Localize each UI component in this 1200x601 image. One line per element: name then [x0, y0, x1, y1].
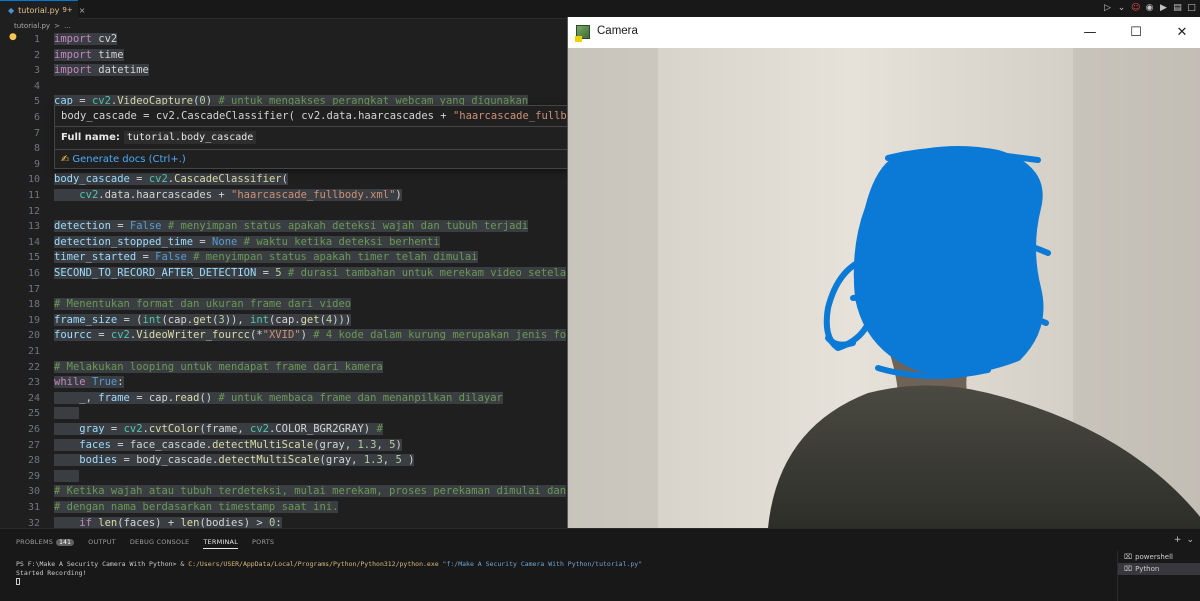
tab-tutorial-py[interactable]: ◆ tutorial.py 9+ × — [0, 0, 85, 19]
tab-debug-console[interactable]: DEBUG CONSOLE — [130, 538, 190, 549]
maximize-button[interactable]: ☐ — [1113, 17, 1159, 48]
code-line: 14 detection_stopped_time = None # waktu … — [27, 235, 440, 248]
code-line: 4 — [33, 80, 40, 92]
code-line: 2 import time — [33, 48, 124, 61]
code-line: 32 if len(faces) + len(bodies) > 0: — [27, 516, 282, 528]
code-line: 12 — [27, 205, 40, 217]
code-line: 3 import datetime — [33, 64, 149, 77]
tab-close-icon[interactable]: × — [79, 6, 86, 15]
code-line: 30 # Ketika wajah atau tubuh terdeteksi, … — [27, 485, 567, 498]
code-line: 17 — [27, 283, 40, 295]
code-line: 15 timer_started = False # menyimpan stat… — [27, 251, 478, 264]
play-icon[interactable]: ▶ — [1159, 3, 1168, 14]
editor-actions: ▷ ⌄ ☺ ◉ ▶ ▤ □ — [1103, 3, 1196, 14]
code-line: 26 gray = cv2.cvtColor(frame, cv2.COLOR_… — [27, 423, 383, 435]
code-line: 19 frame_size = (int(cap.get(3)), int(cap… — [27, 313, 352, 326]
terminal-item-python[interactable]: ⌧ Python — [1118, 563, 1200, 575]
terminal-prompt: PS F:\Make A Security Camera With Python… — [16, 560, 189, 568]
record-icon[interactable]: ◉ — [1145, 3, 1154, 14]
tab-output[interactable]: OUTPUT — [88, 538, 116, 549]
terminal-output-line: Started Recording! — [16, 568, 87, 577]
tab-terminal[interactable]: TERMINAL — [203, 538, 239, 549]
problems-count-badge: 141 — [56, 539, 75, 546]
code-line: 18 # Menentukan format dan ukuran frame d… — [27, 298, 352, 311]
run-dropdown-icon[interactable]: ⌄ — [1117, 3, 1126, 14]
camera-window[interactable]: Camera — ☐ ✕ — [567, 17, 1200, 528]
hover-signature: body_cascade = cv2.CascadeClassifier( cv… — [61, 110, 567, 122]
hover-divider — [55, 149, 570, 150]
terminal-item-powershell[interactable]: ⌧ powershell — [1118, 551, 1200, 563]
breadcrumb: tutorial.py > ... — [0, 19, 570, 32]
code-line: 23 while True: — [27, 376, 124, 389]
code-line: 10 body_cascade = cv2.CascadeClassifier( — [27, 173, 288, 186]
code-line: 31 # dengan nama berdasarkan timestamp sa… — [27, 501, 339, 513]
terminal-dropdown-icon[interactable]: ⌄ — [1186, 535, 1194, 545]
code-line: 24 _, frame = cap.read() # untuk membaca… — [27, 391, 503, 404]
tab-problems[interactable]: PROBLEMS 141 — [16, 538, 75, 549]
copilot-icon[interactable]: ☺ — [1131, 3, 1140, 14]
code-line: 20 fourcc = cv2.VideoWriter_fourcc(*"XVID… — [27, 329, 567, 342]
camera-app-icon — [575, 25, 590, 42]
terminal-list: ⌧ powershell ⌧ Python — [1117, 551, 1200, 601]
panel-actions: + ⌄ — [1174, 535, 1194, 545]
tab-ports[interactable]: PORTS — [252, 538, 274, 549]
code-line: 25 — [0, 406, 570, 422]
code-line: 1 import cv2 — [33, 33, 118, 45]
tab-problem-count: 9+ — [62, 6, 73, 14]
code-line: 27 faces = face_cascade.detectMultiScale… — [27, 438, 402, 451]
generate-docs-link[interactable]: ✍ Generate docs (Ctrl+.) — [61, 154, 186, 165]
wall-shadow — [568, 48, 658, 528]
hover-full-name: Full name: tutorial.body_cascade — [61, 131, 257, 144]
code-line: 16 SECOND_TO_RECORD_AFTER_DETECTION = 5 #… — [27, 267, 567, 279]
code-editor[interactable]: ● 1 import cv2 2 import time 3 import datet… — [0, 32, 570, 528]
hover-popup: body_cascade = cv2.CascadeClassifier( cv… — [54, 105, 570, 169]
breadcrumb-separator: > — [54, 21, 60, 30]
terminal-cursor — [16, 577, 20, 585]
terminal-script-arg: "f:/Make A Security Camera With Python/t… — [438, 560, 643, 568]
panel-tabs: PROBLEMS 141 OUTPUT DEBUG CONSOLE TERMINA… — [16, 538, 274, 549]
terminal-exe-path: C:/Users/USER/AppData/Local/Programs/Pyt… — [188, 560, 439, 568]
code-line: 29 — [0, 469, 570, 485]
hover-divider — [55, 126, 570, 127]
code-line: 22 # Melakukan looping untuk mendapat fra… — [27, 360, 383, 373]
code-line: 11 cv2.data.haarcascades + "haarcascade_… — [27, 189, 402, 201]
python-file-icon: ◆ — [8, 5, 15, 15]
close-button[interactable]: ✕ — [1159, 17, 1200, 48]
bottom-panel: PROBLEMS 141 OUTPUT DEBUG CONSOLE TERMINA… — [0, 528, 1200, 601]
camera-feed — [568, 48, 1200, 528]
new-terminal-icon[interactable]: + — [1174, 535, 1182, 545]
breadcrumb-more[interactable]: ... — [64, 22, 71, 30]
sparkle-icon: ✍ — [61, 154, 70, 165]
terminal-icon: ⌧ — [1124, 553, 1133, 561]
terminal-output[interactable]: PS F:\Make A Security Camera With Python… — [16, 560, 642, 586]
terminal-icon: ⌧ — [1124, 565, 1133, 573]
run-icon[interactable]: ▷ — [1103, 3, 1112, 14]
tab-filename: tutorial.py — [18, 5, 60, 15]
camera-titlebar[interactable]: Camera — ☐ ✕ — [568, 17, 1200, 48]
code-line: 21 — [27, 346, 40, 357]
split-editor-icon[interactable]: ▤ — [1173, 3, 1182, 14]
code-line: 28 bodies = body_cascade.detectMultiScal… — [27, 454, 415, 467]
more-actions-icon[interactable]: □ — [1187, 3, 1196, 14]
minimize-button[interactable]: — — [1067, 17, 1113, 48]
code-line: 13 detection = False # menyimpan status a… — [27, 220, 529, 233]
camera-window-title: Camera — [597, 25, 638, 37]
breadcrumb-file[interactable]: tutorial.py — [14, 22, 50, 30]
